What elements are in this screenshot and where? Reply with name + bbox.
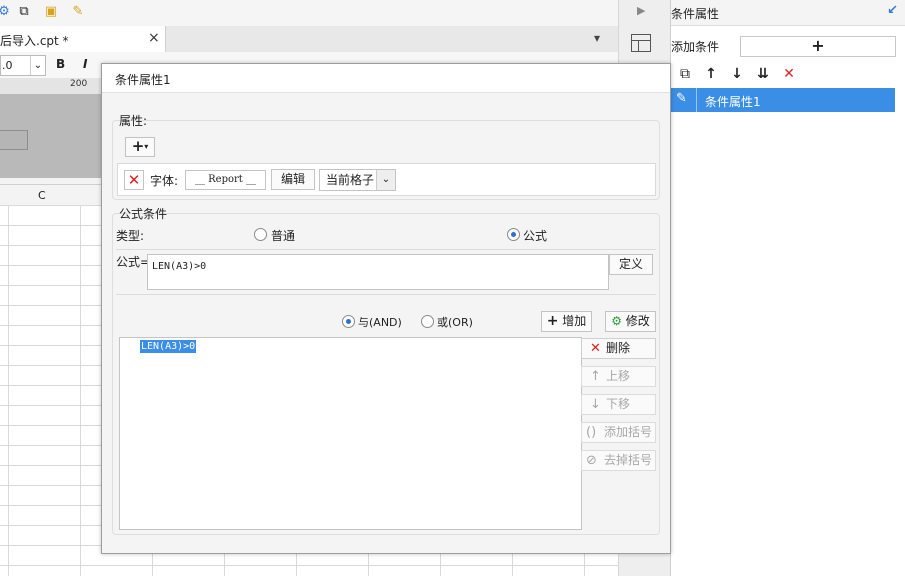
move-up-button[interactable]: ↑ 上移 bbox=[581, 366, 656, 387]
define-button[interactable]: 定义 bbox=[609, 254, 653, 275]
plus-icon: + bbox=[546, 313, 559, 329]
condition-list-item-label: 条件属性1 bbox=[705, 95, 761, 109]
font-label: 字体: bbox=[150, 174, 179, 188]
remove-attribute-icon[interactable]: ✕ bbox=[124, 170, 144, 190]
radio-or-label: 或(OR) bbox=[437, 316, 473, 329]
scope-select-value: 当前格子 bbox=[326, 173, 375, 187]
delete-icon[interactable]: ✕ bbox=[780, 66, 798, 82]
tab-menu-icon[interactable]: ▾ bbox=[594, 31, 600, 45]
remove-bracket-button[interactable]: ⊘ 去掉括号 bbox=[581, 450, 656, 471]
italic-button[interactable]: I bbox=[83, 57, 87, 71]
collapse-icon[interactable]: ↙ bbox=[887, 3, 898, 18]
arrow-up-icon: ↑ bbox=[590, 369, 601, 384]
remove-bracket-icon: ⊘ bbox=[586, 453, 597, 468]
chevron-down-icon[interactable]: ⌄ bbox=[30, 56, 45, 75]
close-icon[interactable]: × bbox=[148, 30, 160, 46]
radio-and-label: 与(AND) bbox=[358, 316, 402, 329]
scope-select[interactable]: 当前格子 ⌄ bbox=[319, 169, 396, 191]
formula-condition-title: 公式条件 bbox=[119, 207, 168, 221]
add-bracket-button[interactable]: () 添加括号 bbox=[581, 422, 656, 443]
panel-title: 条件属性 bbox=[671, 7, 720, 21]
add-condition-entry-button[interactable]: + 增加 bbox=[541, 311, 592, 332]
delete-button[interactable]: ✕ 删除 bbox=[581, 338, 656, 359]
settings-icon[interactable]: ⚙ bbox=[0, 4, 12, 20]
formula-input[interactable]: LEN(A3)>0 bbox=[147, 254, 609, 290]
dialog-title: 条件属性1 bbox=[115, 73, 171, 87]
selected-cell[interactable] bbox=[0, 130, 28, 150]
radio-formula[interactable] bbox=[507, 228, 520, 241]
move-down-button[interactable]: ↓ 下移 bbox=[581, 394, 656, 415]
modify-button[interactable]: ⚙ 修改 bbox=[605, 311, 656, 332]
condition-item[interactable]: LEN(A3)>0 bbox=[140, 340, 197, 353]
column-header-c[interactable]: C bbox=[38, 189, 46, 202]
type-label: 类型: bbox=[116, 229, 145, 243]
edit-font-button[interactable]: 编辑 bbox=[271, 169, 315, 190]
font-size-select[interactable]: .0 ⌄ bbox=[0, 55, 46, 76]
column-header: C bbox=[0, 184, 102, 206]
panel-icon-toolbar: ⧉ ↑ ↓ ⇊ ✕ bbox=[671, 64, 905, 86]
move-up-icon[interactable]: ↑ bbox=[702, 66, 720, 82]
copy-icon[interactable]: ⧉ bbox=[16, 4, 32, 20]
document-tab-label: 后导入.cpt * bbox=[0, 34, 69, 48]
radio-normal[interactable] bbox=[254, 228, 267, 241]
move-down-icon[interactable]: ↓ bbox=[728, 66, 746, 82]
main-toolbar: ⚙ ⧉ ▣ ✎ bbox=[0, 0, 618, 27]
formula-label: 公式= bbox=[116, 255, 151, 269]
font-size-value: .0 bbox=[2, 59, 13, 72]
table-layout-icon[interactable] bbox=[631, 34, 651, 52]
copy-icon[interactable]: ⧉ bbox=[676, 66, 694, 82]
formula-value: LEN(A3)>0 bbox=[152, 261, 207, 272]
expand-arrow-icon[interactable]: ▶ bbox=[637, 4, 645, 17]
arrow-down-icon: ↓ bbox=[590, 397, 601, 412]
add-condition-button[interactable]: + bbox=[740, 36, 896, 57]
condition-attribute-dialog: 条件属性1 属性: +▾ ✕ 字体: __ Report __ 编辑 当前格子 … bbox=[101, 63, 671, 554]
condition-list-item[interactable]: ✎ 条件属性1 bbox=[671, 88, 895, 112]
document-tab[interactable]: 后导入.cpt * × bbox=[0, 26, 166, 52]
brush-icon[interactable]: ✎ bbox=[70, 4, 86, 20]
delete-icon: ✕ bbox=[590, 341, 601, 356]
sheet-corner-area bbox=[0, 94, 102, 178]
move-to-bottom-icon[interactable]: ⇊ bbox=[754, 66, 772, 82]
ruler-mark: 200 bbox=[70, 79, 88, 89]
bracket-icon: () bbox=[586, 425, 597, 440]
attributes-label: 属性: bbox=[119, 114, 148, 128]
bold-button[interactable]: B bbox=[56, 57, 65, 71]
chevron-down-icon[interactable]: ⌄ bbox=[376, 170, 395, 190]
radio-normal-label: 普通 bbox=[271, 229, 296, 243]
add-attribute-button[interactable]: +▾ bbox=[125, 137, 155, 157]
add-condition-label: 添加条件 bbox=[671, 40, 720, 54]
attribute-row: ✕ 字体: __ Report __ 编辑 当前格子 ⌄ bbox=[117, 163, 656, 196]
radio-formula-label: 公式 bbox=[523, 229, 548, 243]
modify-icon: ⚙ bbox=[611, 314, 622, 328]
paste-icon[interactable]: ▣ bbox=[43, 4, 59, 20]
pencil-icon: ✎ bbox=[676, 91, 687, 106]
condition-list[interactable]: LEN(A3)>0 bbox=[119, 337, 582, 530]
radio-or[interactable] bbox=[421, 315, 434, 328]
radio-and[interactable] bbox=[342, 315, 355, 328]
document-tab-bar: 后导入.cpt * × ▾ bbox=[0, 26, 618, 53]
font-preview: __ Report __ bbox=[185, 170, 266, 190]
condition-attributes-panel: 条件属性 ↙ 添加条件 + ⧉ ↑ ↓ ⇊ ✕ ✎ 条件属性1 bbox=[670, 0, 905, 576]
dialog-title-bar: 条件属性1 bbox=[102, 64, 670, 93]
panel-header: 条件属性 ↙ bbox=[671, 0, 905, 26]
